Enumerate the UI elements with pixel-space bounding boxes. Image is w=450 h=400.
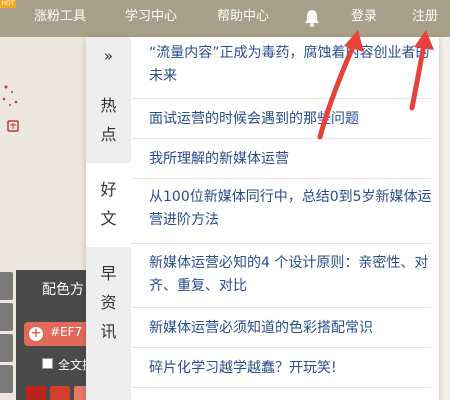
select-all-checkbox[interactable]: [42, 358, 53, 369]
list-item[interactable]: 新媒体运营必知的4 个设计原则：亲密性、对齐、重复、对比: [131, 244, 431, 308]
nav-learning-center[interactable]: 学习中心: [125, 0, 177, 37]
list-item[interactable]: 新媒体运营必须知道的色彩搭配常识: [131, 308, 431, 348]
side-tab[interactable]: [0, 365, 13, 393]
side-tab[interactable]: [0, 303, 13, 331]
nav-follower-tools[interactable]: 涨粉工具: [34, 0, 86, 37]
decoration-graphic: [2, 85, 19, 132]
side-tab[interactable]: [0, 334, 13, 362]
list-item[interactable]: 我所理解的新媒体运营: [131, 139, 431, 179]
color-panel-title: 配色方: [42, 282, 84, 298]
color-swatch[interactable]: [26, 386, 46, 400]
side-tab[interactable]: [0, 272, 13, 300]
article-link[interactable]: 面试运营的时候会遇到的那些问题: [149, 108, 439, 131]
article-link[interactable]: 新媒体运营必知的4 个设计原则：亲密性、对齐、重复、对比: [149, 252, 439, 298]
article-link[interactable]: “流量内容”正成为毒药，腐蚀着内容创业者的未来: [149, 42, 439, 88]
nav-help-center[interactable]: 帮助中心: [217, 0, 269, 37]
annotation-arrow-login: [317, 30, 364, 140]
articles-dropdown: » 热 点 好 文 早 资 讯 “流量内容”正成为毒药，腐蚀着内容创业者的未来 …: [86, 37, 439, 400]
list-item[interactable]: 碎片化学习越学越蠢？开玩笑!: [131, 348, 431, 388]
list-item[interactable]: 面试运营的时候会遇到的那些问题: [131, 99, 431, 139]
list-item[interactable]: “流量内容”正成为毒药，腐蚀着内容创业者的未来: [131, 37, 431, 99]
article-link[interactable]: 碎片化学习越学越蠢？开玩笑!: [149, 357, 439, 380]
tab-good-articles[interactable]: 好 文: [86, 163, 131, 247]
tab-hot[interactable]: 热 点: [86, 79, 131, 161]
top-nav-bar: HOT 涨粉工具 学习中心 帮助中心 登录 注册: [0, 0, 450, 37]
article-link[interactable]: 从100位新媒体同行中，总结0到5岁新媒体运营进阶方法: [149, 186, 439, 232]
list-item[interactable]: 从100位新媒体同行中，总结0到5岁新媒体运营进阶方法: [131, 179, 432, 244]
tab-morning-news[interactable]: 早 资 讯: [86, 249, 131, 359]
article-link[interactable]: 我所理解的新媒体运营: [149, 148, 439, 171]
expand-icon[interactable]: »: [86, 37, 131, 77]
hot-badge: HOT: [0, 0, 16, 8]
color-hex-value: #EF7: [50, 325, 83, 339]
category-tabs: » 热 点 好 文 早 资 讯: [86, 37, 131, 400]
plus-icon: +: [29, 326, 43, 341]
annotation-arrow-register: [409, 30, 434, 111]
article-link[interactable]: 新媒体运营必须知道的色彩搭配常识: [149, 317, 439, 340]
color-swatch[interactable]: [50, 386, 70, 400]
side-toolbar: [0, 272, 14, 396]
